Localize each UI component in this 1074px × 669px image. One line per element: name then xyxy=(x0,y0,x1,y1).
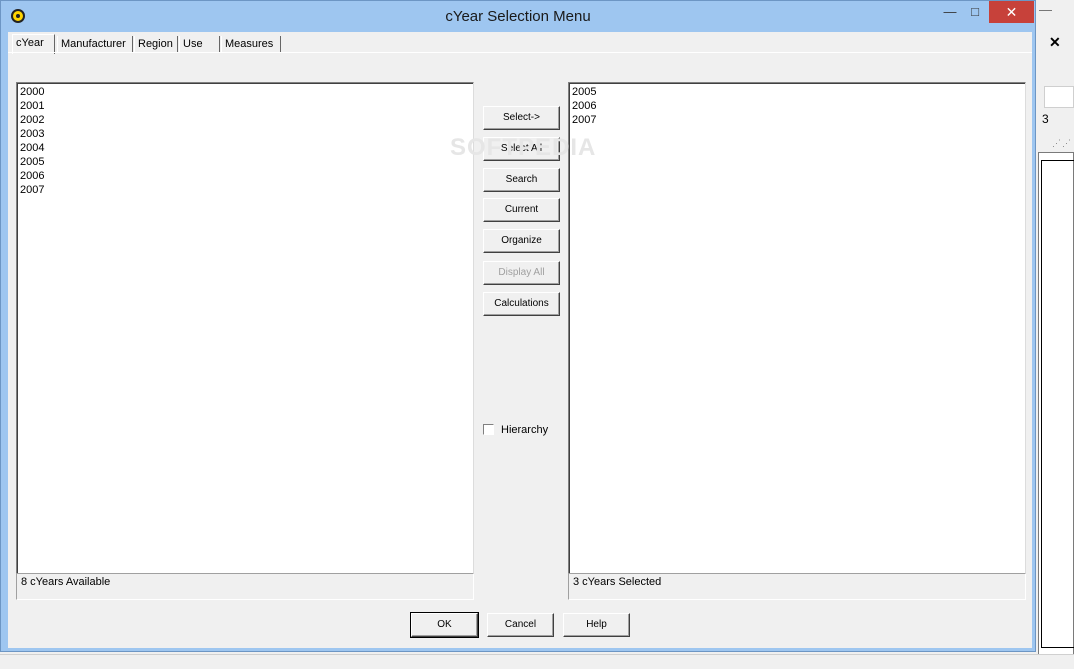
dialog-client-area: cYear Manufacturer Region Use Measures 2… xyxy=(8,32,1032,648)
background-field[interactable] xyxy=(1044,86,1074,108)
available-listbox[interactable]: 2000 2001 2002 2003 2004 2005 2006 2007 xyxy=(16,82,474,574)
list-item[interactable]: 2006 xyxy=(17,169,473,183)
close-button[interactable]: ✕ xyxy=(989,1,1034,23)
list-item[interactable]: 2007 xyxy=(17,183,473,197)
tab-region[interactable]: Region xyxy=(134,36,178,53)
background-panel-inner xyxy=(1041,160,1074,648)
list-item[interactable]: 2001 xyxy=(17,99,473,113)
search-button[interactable]: Search xyxy=(483,168,560,192)
dialog-window: cYear Selection Menu — □ ✕ cYear Manufac… xyxy=(0,0,1036,652)
tab-use[interactable]: Use xyxy=(179,36,220,53)
available-status: 8 cYears Available xyxy=(16,573,474,600)
selected-status: 3 cYears Selected xyxy=(568,573,1026,600)
list-item[interactable]: 2002 xyxy=(17,113,473,127)
list-item[interactable]: 2006 xyxy=(569,99,1025,113)
tab-cyear[interactable]: cYear xyxy=(12,34,55,54)
watermark: SOFTPEDIA xyxy=(450,134,597,161)
background-value: 3 xyxy=(1042,112,1049,126)
ok-button[interactable]: OK xyxy=(410,612,479,638)
list-item[interactable]: 2000 xyxy=(17,85,473,99)
list-item[interactable]: 2007 xyxy=(569,113,1025,127)
list-item[interactable]: 2003 xyxy=(17,127,473,141)
maximize-button[interactable]: □ xyxy=(962,1,988,23)
background-close-button[interactable]: ✕ xyxy=(1049,34,1061,51)
minimize-button[interactable]: — xyxy=(937,1,963,23)
cancel-button[interactable]: Cancel xyxy=(487,613,554,637)
list-item[interactable]: 2005 xyxy=(17,155,473,169)
list-item[interactable]: 2005 xyxy=(569,85,1025,99)
display-all-button[interactable]: Display All xyxy=(483,261,560,285)
selected-listbox[interactable]: 2005 2006 2007 xyxy=(568,82,1026,574)
current-button[interactable]: Current xyxy=(483,198,560,222)
window-title: cYear Selection Menu xyxy=(445,8,591,25)
tab-divider xyxy=(8,52,1032,53)
hierarchy-checkbox[interactable] xyxy=(483,424,494,435)
tab-manufacturer[interactable]: Manufacturer xyxy=(57,36,133,53)
calculations-button[interactable]: Calculations xyxy=(483,292,560,316)
organize-button[interactable]: Organize xyxy=(483,229,560,253)
tab-measures[interactable]: Measures xyxy=(221,36,281,53)
hierarchy-label: Hierarchy xyxy=(501,424,549,436)
title-bar[interactable]: cYear Selection Menu — □ ✕ xyxy=(1,1,1035,32)
background-minimize-button[interactable]: — xyxy=(1039,2,1052,17)
help-button[interactable]: Help xyxy=(563,613,630,637)
resize-grip-icon: ⋰⋰ xyxy=(1052,138,1072,148)
list-item[interactable]: 2004 xyxy=(17,141,473,155)
select-button[interactable]: Select-> xyxy=(483,106,560,130)
background-statusbar xyxy=(0,654,1074,669)
